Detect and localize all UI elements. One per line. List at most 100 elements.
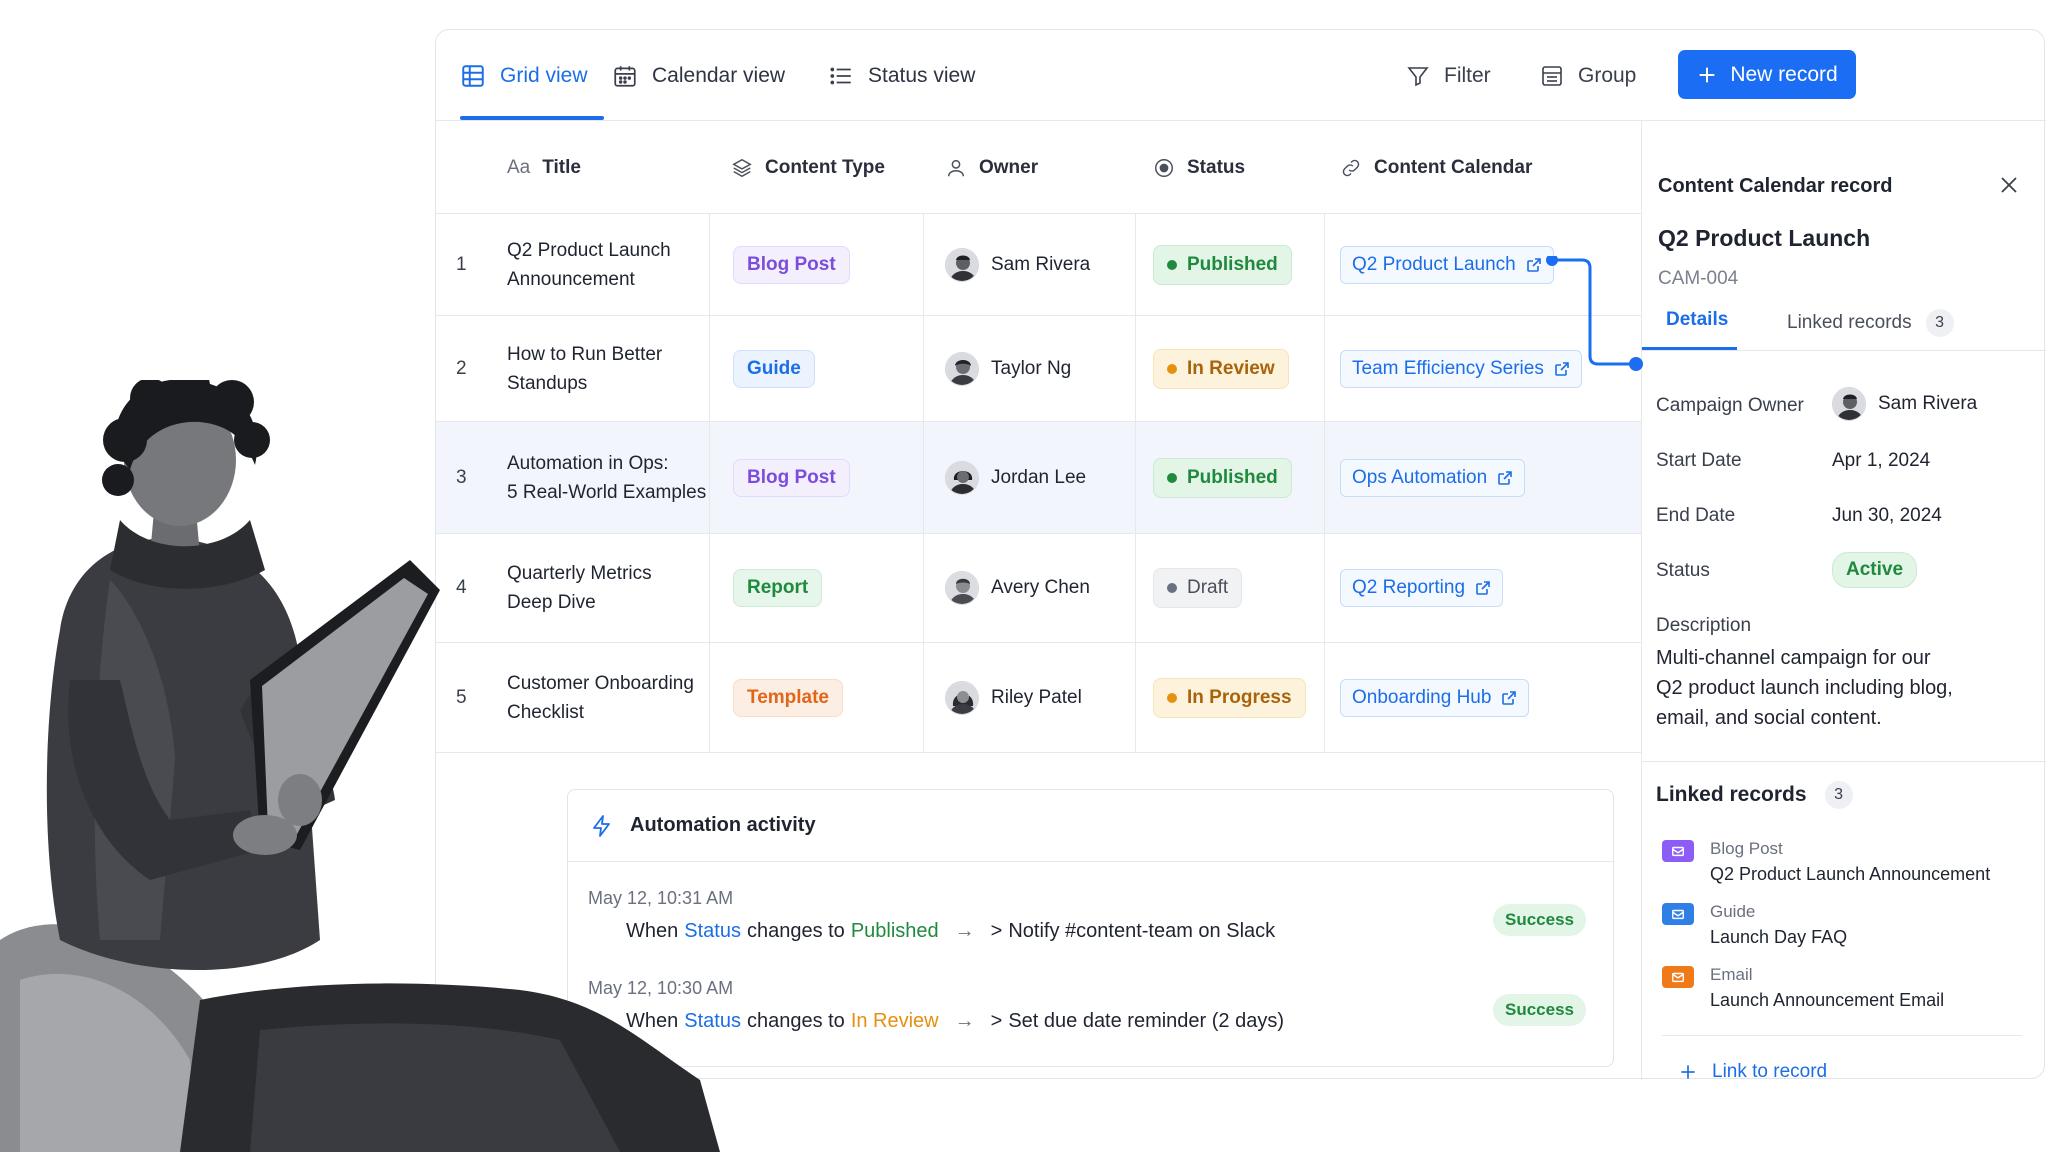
row-number: 4 xyxy=(456,577,467,598)
owner-name: Avery Chen xyxy=(991,577,1090,598)
new-record-button[interactable]: New record xyxy=(1678,50,1856,99)
email-icon xyxy=(1662,966,1694,988)
filter-button[interactable]: Filter xyxy=(1406,58,1491,94)
content-type-badge[interactable]: Report xyxy=(733,569,823,607)
column-label: Title xyxy=(542,156,581,178)
table-row[interactable]: 5 Customer Onboarding Checklist Template … xyxy=(436,643,1641,753)
owner-cell[interactable]: Sam Rivera xyxy=(945,214,1090,315)
divider xyxy=(1662,1035,2022,1036)
tab-linked-records[interactable]: Linked records 3 xyxy=(1787,309,1954,337)
row-number: 1 xyxy=(456,253,467,275)
content-type-badge[interactable]: Guide xyxy=(733,349,815,388)
avatar xyxy=(945,571,979,605)
calendar-link-chip[interactable]: Ops Automation xyxy=(1340,458,1526,497)
record-detail-panel: Content Calendar record Q2 Product Launc… xyxy=(1641,121,2046,1083)
status-badge[interactable]: In Review xyxy=(1153,348,1289,389)
owner-cell[interactable]: Avery Chen xyxy=(945,534,1090,642)
divider xyxy=(1642,761,2046,762)
column-label: Content Calendar xyxy=(1374,156,1533,178)
group-button[interactable]: Group xyxy=(1540,58,1636,94)
table-row[interactable]: 3 Automation in Ops: 5 Real-World Example… xyxy=(436,422,1641,534)
linked-records-header: Linked records 3 xyxy=(1656,781,1853,809)
record-icon xyxy=(1662,903,1694,925)
record-tabs: Details Linked records 3 xyxy=(1642,301,2046,351)
column-content-calendar[interactable]: Content Calendar xyxy=(1340,121,1532,214)
row-title[interactable]: Q2 Product Launch Announcement xyxy=(507,214,707,315)
arrow-right-icon: → xyxy=(954,1010,975,1032)
record-connector-line xyxy=(1546,256,1643,371)
status-circle-icon xyxy=(1155,158,1173,177)
content-type-badge[interactable]: Template xyxy=(733,678,844,717)
status-badge[interactable]: Published xyxy=(1153,457,1292,498)
row-title[interactable]: How to Run Better Standups xyxy=(507,316,707,421)
owner-name: Jordan Lee xyxy=(991,466,1087,488)
layers-icon xyxy=(732,158,752,177)
owner-name: Taylor Ng xyxy=(991,357,1072,379)
status-badge[interactable]: Active xyxy=(1832,552,1918,588)
field-label: Campaign Owner xyxy=(1656,395,1804,416)
link-to-record-button[interactable]: Link to record xyxy=(1678,1061,1827,1083)
tab-label: Status view xyxy=(868,64,976,87)
row-title[interactable]: Customer Onboarding Checklist xyxy=(507,643,707,752)
view-toolbar: Grid view Calendar view Status view Filt… xyxy=(436,30,2046,121)
activity-timestamp: May 12, 10:31 AM xyxy=(588,888,734,908)
text-type-icon: Aa xyxy=(507,156,531,178)
plus-icon xyxy=(1699,67,1715,82)
status-badge[interactable]: Draft xyxy=(1153,568,1243,608)
calendar-link-chip[interactable]: Q2 Product Launch xyxy=(1340,245,1554,284)
owner-cell[interactable]: Jordan Lee xyxy=(945,422,1086,533)
group-icon xyxy=(1542,66,1562,86)
owner-cell[interactable]: Riley Patel xyxy=(945,643,1082,752)
content-type-badge[interactable]: Blog Post xyxy=(733,458,850,497)
owner-name: Sam Rivera xyxy=(991,253,1091,275)
campaign-owner-value[interactable]: Sam Rivera xyxy=(1832,387,1977,421)
tab-label: Calendar view xyxy=(652,64,786,87)
table-row[interactable]: 2 How to Run Better Standups Guide Taylor… xyxy=(436,316,1641,422)
external-link-icon xyxy=(1502,690,1517,705)
status-badge[interactable]: Published xyxy=(1153,244,1292,285)
lightning-icon xyxy=(593,814,610,837)
records-table: Aa Title Content Type Owner Status Conte… xyxy=(436,121,1641,753)
close-icon[interactable] xyxy=(1997,173,2021,197)
row-title[interactable]: Automation in Ops: 5 Real-World Examples xyxy=(507,422,717,533)
column-owner[interactable]: Owner xyxy=(945,121,1038,214)
filter-label: Filter xyxy=(1444,64,1491,87)
owner-cell[interactable]: Taylor Ng xyxy=(945,316,1071,421)
list-icon xyxy=(830,67,851,85)
record-id: CAM-004 xyxy=(1658,268,1739,289)
tab-status-view[interactable]: Status view xyxy=(828,58,975,94)
automation-rule[interactable]: When Status changes to Published → > Not… xyxy=(626,920,1275,943)
linked-record-item[interactable]: Blog Post Q2 Product Launch Announcement xyxy=(1662,837,1990,887)
calendar-link-chip[interactable]: Onboarding Hub xyxy=(1340,678,1530,717)
count-badge: 3 xyxy=(1824,781,1853,809)
tab-label: Grid view xyxy=(500,64,588,87)
tab-details[interactable]: Details xyxy=(1666,309,1728,331)
description-text[interactable]: Multi-channel campaign for our Q2 produc… xyxy=(1656,643,1956,733)
start-date-value[interactable]: Apr 1, 2024 xyxy=(1832,450,1930,472)
column-title[interactable]: Aa Title xyxy=(507,121,581,214)
new-record-label: New record xyxy=(1730,62,1838,86)
column-content-type[interactable]: Content Type xyxy=(731,121,885,214)
automation-rule[interactable]: When Status changes to In Review → > Set… xyxy=(626,1010,1284,1033)
end-date-value[interactable]: Jun 30, 2024 xyxy=(1832,505,1942,527)
field-label: Status xyxy=(1656,560,1710,581)
table-row[interactable]: 4 Quarterly Metrics Deep Dive Report Aver… xyxy=(436,534,1641,643)
arrow-right-icon: → xyxy=(954,920,975,942)
status-badge[interactable]: In Progress xyxy=(1153,677,1306,718)
tab-grid-view[interactable]: Grid view xyxy=(460,58,588,94)
field-label: Start Date xyxy=(1656,450,1742,471)
row-title[interactable]: Quarterly Metrics Deep Dive xyxy=(507,534,707,642)
linked-record-item[interactable]: Email Launch Announcement Email xyxy=(1662,963,1944,1013)
tab-calendar-view[interactable]: Calendar view xyxy=(612,58,785,94)
avatar xyxy=(945,680,979,715)
content-type-badge[interactable]: Blog Post xyxy=(733,245,850,284)
owner-name: Sam Rivera xyxy=(1878,393,1978,414)
linked-record-item[interactable]: Guide Launch Day FAQ xyxy=(1662,900,1847,950)
external-link-icon xyxy=(1476,581,1490,595)
success-badge: Success xyxy=(1493,904,1586,936)
column-label: Owner xyxy=(979,156,1039,178)
column-status[interactable]: Status xyxy=(1153,121,1245,214)
table-row[interactable]: 1 Q2 Product Launch Announcement Blog Pos… xyxy=(436,214,1641,316)
table-header: Aa Title Content Type Owner Status Conte… xyxy=(436,121,1641,214)
calendar-link-chip[interactable]: Q2 Reporting xyxy=(1340,569,1504,607)
